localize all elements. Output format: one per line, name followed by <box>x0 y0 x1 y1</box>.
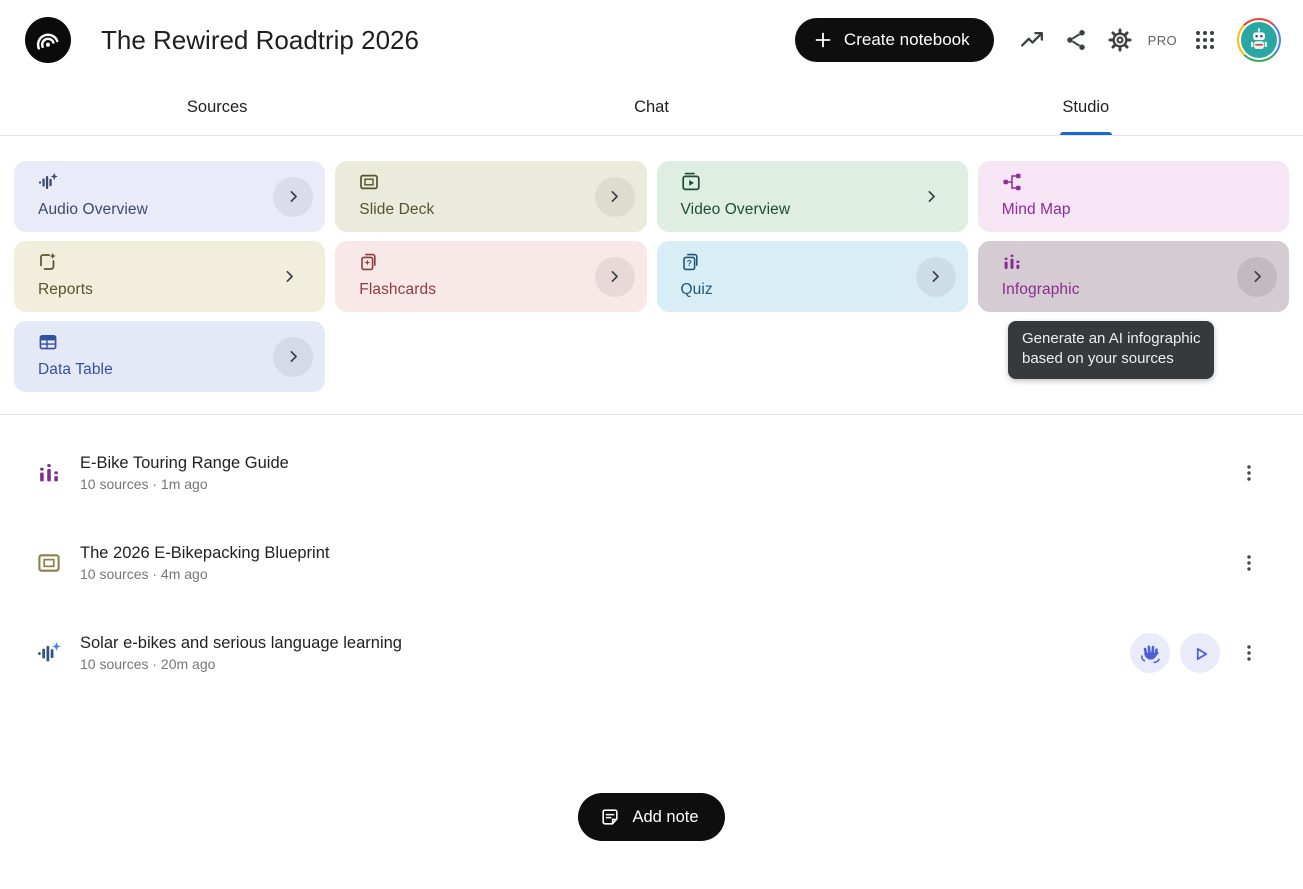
card-label: Video Overview <box>681 201 908 219</box>
card-label: Flashcards <box>359 281 586 299</box>
tooltip-line-1: Generate an AI infographic <box>1022 329 1200 349</box>
card-label: Data Table <box>38 361 265 379</box>
studio-card-slide-deck[interactable]: Slide Deck <box>335 161 646 232</box>
more-menu-button[interactable] <box>1235 453 1263 493</box>
main-tabs: Sources Chat Studio <box>0 80 1303 136</box>
chevron-right-icon[interactable] <box>273 337 313 377</box>
card-label: Mind Map <box>1002 201 1229 219</box>
artifact-meta: 10 sources · 20m ago <box>80 656 1130 672</box>
card-label: Infographic <box>1002 281 1229 299</box>
tab-chat[interactable]: Chat <box>434 80 868 135</box>
active-tab-underline <box>1060 132 1112 135</box>
trending-up-icon[interactable] <box>1010 18 1054 62</box>
card-label: Reports <box>38 281 265 299</box>
create-notebook-label: Create notebook <box>844 30 970 50</box>
infographic-icon <box>1002 252 1229 272</box>
artifact-row[interactable]: Solar e-bikes and serious language learn… <box>0 608 1303 698</box>
infographic-icon <box>36 461 62 485</box>
apps-grid-icon[interactable] <box>1183 18 1227 62</box>
pro-badge: PRO <box>1148 33 1177 48</box>
studio-card-infographic[interactable]: Infographic <box>978 241 1289 312</box>
share-icon[interactable] <box>1054 18 1098 62</box>
section-divider <box>0 414 1303 415</box>
chevron-right-icon[interactable] <box>912 177 952 217</box>
more-menu-button[interactable] <box>1235 633 1263 673</box>
add-note-label: Add note <box>632 808 698 827</box>
artifact-row[interactable]: The 2026 E-Bikepacking Blueprint 10 sourc… <box>0 518 1303 608</box>
artifact-actions <box>1130 633 1220 673</box>
studio-card-video-overview[interactable]: Video Overview <box>657 161 968 232</box>
notebook-title[interactable]: The Rewired Roadtrip 2026 <box>101 25 419 56</box>
artifact-row[interactable]: E-Bike Touring Range Guide 10 sources · 1… <box>0 428 1303 518</box>
card-label: Audio Overview <box>38 201 265 219</box>
slide-deck-icon <box>36 551 62 575</box>
tab-sources[interactable]: Sources <box>0 80 434 135</box>
robot-avatar <box>1241 22 1277 58</box>
svg-text:?: ? <box>686 258 691 268</box>
tooltip-line-2: based on your sources <box>1022 349 1200 369</box>
video-overview-icon <box>681 172 908 192</box>
studio-card-quiz[interactable]: ? Quiz <box>657 241 968 312</box>
chevron-right-icon[interactable] <box>1237 257 1277 297</box>
notebooklm-logo-icon[interactable] <box>25 17 71 63</box>
studio-card-audio-overview[interactable]: Audio Overview <box>14 161 325 232</box>
quiz-icon: ? <box>681 252 908 272</box>
note-icon <box>600 807 620 827</box>
studio-card-flashcards[interactable]: Flashcards <box>335 241 646 312</box>
chevron-right-icon[interactable] <box>595 257 635 297</box>
reports-icon <box>38 252 265 272</box>
audio-waveform-icon <box>36 641 62 665</box>
artifact-title: E-Bike Touring Range Guide <box>80 454 1220 473</box>
studio-card-mind-map[interactable]: Mind Map <box>978 161 1289 232</box>
tab-label: Sources <box>187 98 248 117</box>
data-table-icon <box>38 332 265 352</box>
header-actions <box>1010 18 1142 62</box>
add-note-button[interactable]: Add note <box>578 793 724 841</box>
artifact-title: The 2026 E-Bikepacking Blueprint <box>80 544 1220 563</box>
artifact-title: Solar e-bikes and serious language learn… <box>80 634 1130 653</box>
chevron-right-icon[interactable] <box>273 177 313 217</box>
tab-studio[interactable]: Studio <box>869 80 1303 135</box>
card-label: Quiz <box>681 281 908 299</box>
add-note-container: Add note <box>0 793 1303 889</box>
artifact-meta: 10 sources · 4m ago <box>80 566 1220 582</box>
app-header: The Rewired Roadtrip 2026 Create noteboo… <box>0 0 1303 80</box>
chevron-right-icon[interactable] <box>916 257 956 297</box>
plus-icon <box>813 30 833 50</box>
slide-deck-icon <box>359 172 586 192</box>
infographic-tooltip: Generate an AI infographic based on your… <box>1008 321 1214 379</box>
artifact-meta: 10 sources · 1m ago <box>80 476 1220 492</box>
artifact-list: E-Bike Touring Range Guide 10 sources · 1… <box>0 428 1303 698</box>
play-audio-button[interactable] <box>1180 633 1220 673</box>
user-avatar[interactable] <box>1237 18 1281 62</box>
card-label: Slide Deck <box>359 201 586 219</box>
audio-waveform-icon <box>38 172 265 192</box>
more-menu-button[interactable] <box>1235 543 1263 583</box>
tab-label: Studio <box>1062 98 1109 117</box>
studio-card-reports[interactable]: Reports <box>14 241 325 312</box>
chevron-right-icon[interactable] <box>269 257 309 297</box>
studio-card-data-table[interactable]: Data Table <box>14 321 325 392</box>
mind-map-icon <box>1002 172 1229 192</box>
create-notebook-button[interactable]: Create notebook <box>795 18 994 62</box>
tab-label: Chat <box>634 98 669 117</box>
settings-gear-icon[interactable] <box>1098 18 1142 62</box>
interactive-mode-button[interactable] <box>1130 633 1170 673</box>
chevron-right-icon[interactable] <box>595 177 635 217</box>
flashcards-icon <box>359 252 586 272</box>
